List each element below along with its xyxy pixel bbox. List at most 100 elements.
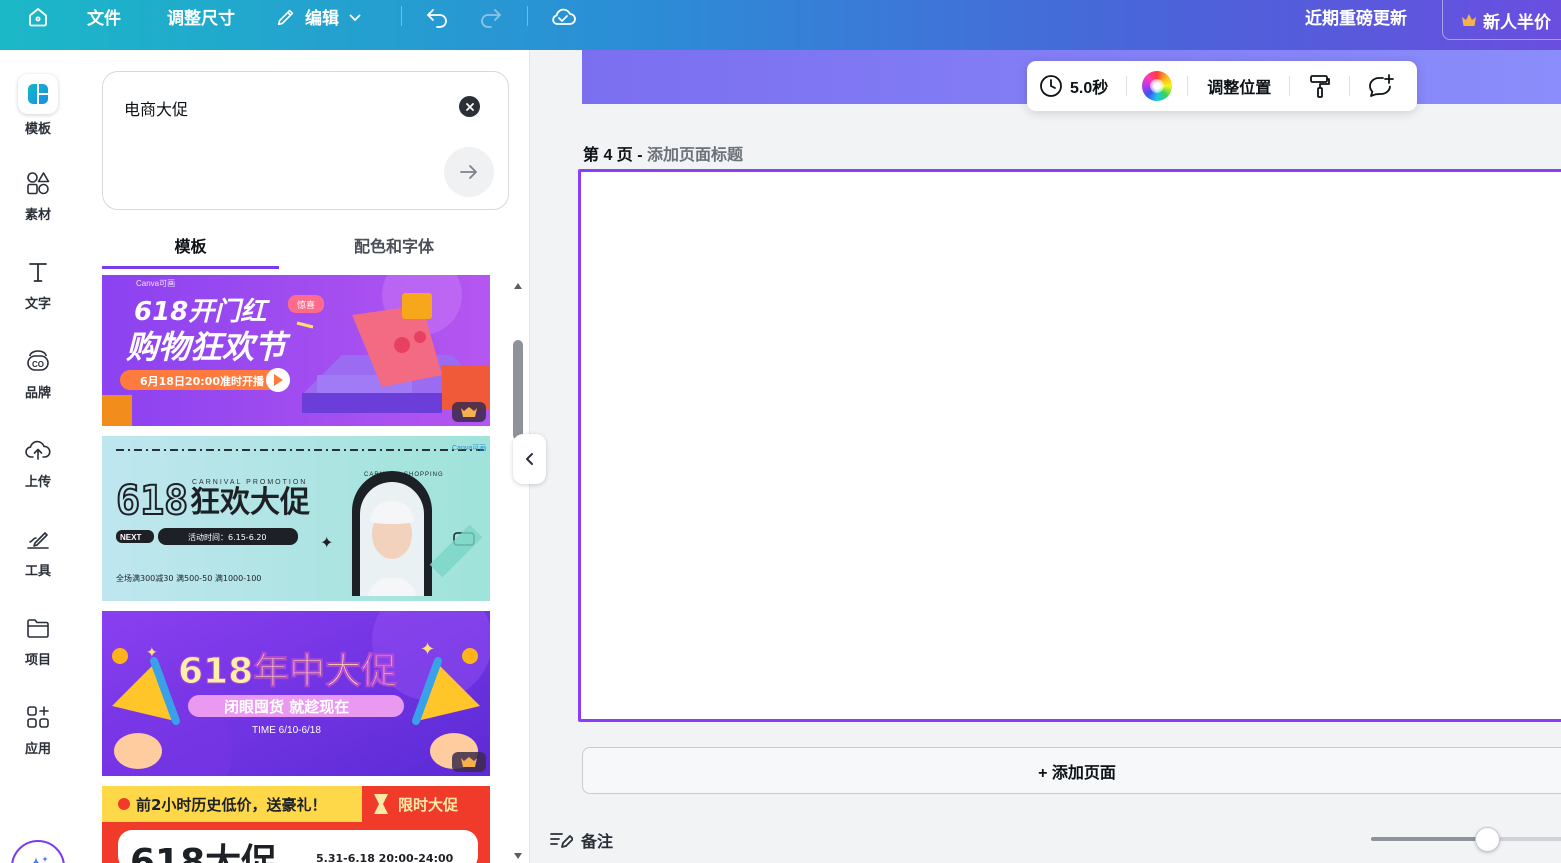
template-icon [18,74,58,114]
template-banner-right: 限时大促 [398,796,459,814]
notes-label: 备注 [581,834,614,851]
text-icon [26,257,50,287]
template-time: TIME 6/10-6/18 [252,725,321,736]
search-submit-button[interactable] [444,147,494,197]
adjust-position-button[interactable]: 调整位置 [1207,74,1271,98]
sidebar-item-label: 品牌 [24,385,51,400]
template-card[interactable]: Canva可画 CARNIVAL PROMOTION 618 狂欢大促 NEXT… [102,436,490,601]
template-headline: 狂欢大促 [190,485,310,520]
color-button[interactable] [1142,71,1173,101]
sidebar-item-uploads[interactable]: 上传 [0,435,76,490]
chevron-left-icon [525,453,533,465]
search-input[interactable]: 电商大促 [124,96,188,120]
sidebar-item-projects[interactable]: 项目 [0,613,76,668]
template-preview-4: 前2小时历史低价，送豪礼！ 限时大促 618大促 5.31-6.18 20:00… [102,786,490,863]
file-menu-button[interactable]: 文件 [87,0,121,33]
sidebar-item-label: 工具 [24,563,51,578]
template-preview-2: Canva可画 CARNIVAL PROMOTION 618 狂欢大促 NEXT… [102,436,490,601]
template-card[interactable]: Canva可画 618开门红 购物狂欢节 6月18日20:00准时开播 惊喜 [102,275,490,426]
paint-roller-icon [1310,75,1331,98]
divider [1289,76,1291,96]
sidebar-item-label: 应用 [24,741,51,756]
collapse-panel-button[interactable] [513,434,546,484]
cloud-check-icon [552,8,576,25]
sidebar-item-templates[interactable]: 模板 [0,74,76,137]
magic-assistant-button[interactable] [11,840,65,863]
sparkle-icon [32,856,48,863]
page-title-input[interactable]: 添加页面标题 [647,147,743,164]
template-preview-3: 618年中大促 闭眼囤货 就趁现在 TIME 6/10-6/18 ✦ ✦ [102,611,490,776]
undo-icon [427,8,447,28]
template-time: 5.31-6.18 20:00-24:00 [316,852,454,863]
page-title[interactable]: 第 4 页 - 添加页面标题 [583,141,743,165]
redo-button[interactable] [477,0,503,33]
template-headline: 618大促 [130,842,277,863]
divider [401,6,402,26]
cloud-save-button[interactable] [549,0,577,33]
template-line2: 购物狂欢节 [126,328,291,366]
divider [1349,76,1351,96]
pencil-icon [277,9,294,25]
close-icon [465,102,474,111]
tools-icon [25,524,51,554]
elements-icon [25,168,51,198]
duration-button[interactable]: 5.0秒 [1039,74,1108,98]
sidebar-item-label: 素材 [24,207,51,222]
template-brand: Canva可画 [452,444,486,452]
sidebar-item-label: 上传 [24,474,51,489]
clock-icon [1040,75,1062,97]
resize-button[interactable]: 调整尺寸 [167,0,235,33]
search-box[interactable]: 电商大促 [102,71,509,210]
template-subtitle: 6月18日20:00准时开播 [140,374,265,388]
zoom-slider[interactable] [1371,837,1561,841]
sidebar-item-apps[interactable]: 应用 [0,702,76,757]
scrollbar-thumb[interactable] [513,340,523,440]
template-card[interactable]: 前2小时历史低价，送豪礼！ 限时大促 618大促 5.31-6.18 20:00… [102,786,490,863]
tab-templates[interactable]: 模板 [102,233,279,269]
side-rail: 模板 素材 文字 CO 品牌 上传 工具 项目 应用 [0,50,76,863]
divider [527,6,528,26]
sidebar-item-label: 项目 [24,652,51,667]
template-preview-1: Canva可画 618开门红 购物狂欢节 6月18日20:00准时开播 惊喜 [102,275,490,426]
svg-text:✦: ✦ [146,645,158,661]
color-wheel-icon [1142,71,1173,101]
notes-button[interactable]: 备注 [549,828,613,852]
add-page-button[interactable]: + 添加页面 [582,747,1561,794]
template-badge: 惊喜 [297,299,315,311]
tab-colors-fonts[interactable]: 配色和字体 [304,233,484,269]
sidebar-item-tools[interactable]: 工具 [0,524,76,579]
template-subtitle: 闭眼囤货 就趁现在 [224,698,349,716]
redo-icon [481,8,501,28]
comment-plus-icon [1369,74,1395,97]
upload-icon [24,435,52,465]
sidebar-item-text[interactable]: 文字 [0,257,76,312]
sidebar-item-elements[interactable]: 素材 [0,168,76,223]
undo-button[interactable] [425,0,451,33]
notes-icon [550,833,573,848]
edit-menu-button[interactable]: 编辑 [275,0,363,33]
page-number: 第 4 页 - [583,147,643,164]
template-headline: 618年中大促 [178,651,397,692]
template-line1: 618开门红 [134,297,270,327]
zoom-slider-fill [1371,837,1487,841]
add-comment-button[interactable] [1367,73,1395,99]
svg-text:✦: ✦ [420,639,435,660]
template-headline-number: 618 [116,478,188,524]
design-page[interactable] [578,169,1561,722]
template-arc-text: CARNIVAL SHOPPING [364,472,444,478]
template-card[interactable]: 618年中大促 闭眼囤货 就趁现在 TIME 6/10-6/18 ✦ ✦ [102,611,490,776]
page-toolbar: 5.0秒 调整位置 [1027,61,1417,111]
promo-button[interactable]: 新人半价 [1442,0,1561,40]
sidebar-item-brand[interactable]: CO 品牌 [0,346,76,401]
divider [1126,76,1128,96]
zoom-slider-handle[interactable] [1474,827,1500,852]
svg-text:CO: CO [32,360,44,369]
clear-search-button[interactable] [459,96,480,117]
home-button[interactable] [26,0,50,33]
updates-link[interactable]: 近期重磅更新 [1305,0,1407,33]
templates-panel: 电商大促 模板 配色和字体 Canva可画 618开门红 购物狂欢节 6月18日… [76,50,530,863]
divider [1187,76,1189,96]
crown-icon [1462,14,1476,26]
format-painter-button[interactable] [1308,73,1332,99]
apps-icon [25,702,51,732]
